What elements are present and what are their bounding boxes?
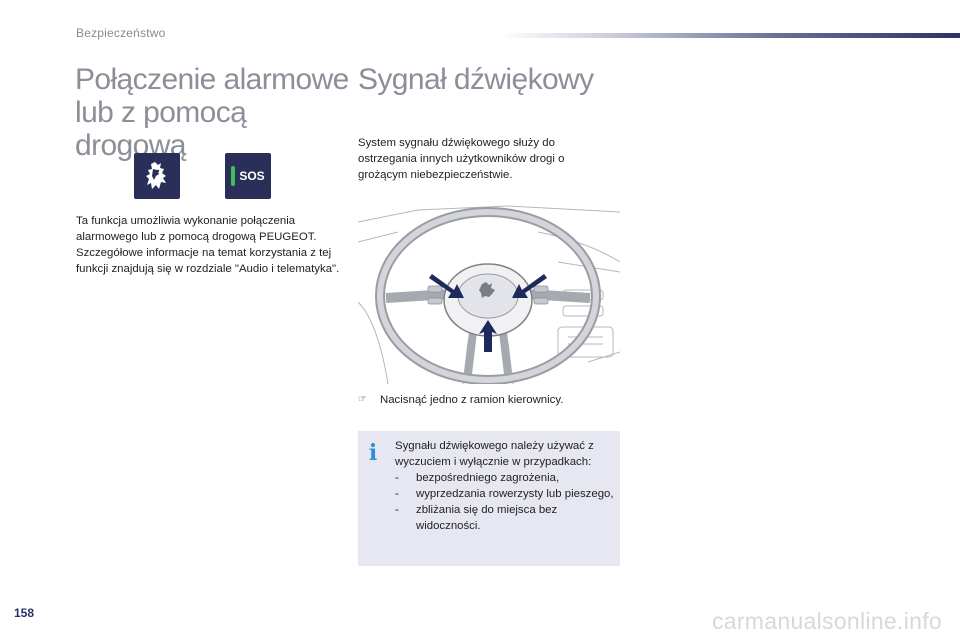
instruction-step-text: Nacisnąć jedno z ramion kierownicy. xyxy=(380,394,564,406)
instruction-step: ☞ Nacisnąć jedno z ramion kierownicy. xyxy=(358,394,563,406)
horn-paragraph: System sygnału dźwiękowego służy do ostr… xyxy=(358,137,565,181)
list-item: - wyprzedzania rowerzysty lub pieszego, xyxy=(395,486,617,502)
sos-label: SOS xyxy=(239,169,265,183)
peugeot-lion-icon xyxy=(134,153,180,199)
pointing-hand-bullet-icon: ☞ xyxy=(358,394,367,405)
header-gradient-bar xyxy=(500,33,960,38)
list-item-text: zbliżania się do miejsca bez widoczności… xyxy=(416,504,558,532)
list-dash: - xyxy=(395,472,399,484)
info-list: - bezpośredniego zagrożenia, - wyprzedza… xyxy=(395,470,617,534)
page-number: 158 xyxy=(14,606,35,620)
info-box: i Sygnału dźwiękowego należy używać z wy… xyxy=(358,431,620,566)
emergency-call-paragraph: Ta funkcja umożliwia wykonanie połączeni… xyxy=(76,215,340,275)
sos-green-indicator xyxy=(231,166,236,186)
list-item-text: wyprzedzania rowerzysty lub pieszego, xyxy=(416,488,614,500)
list-item: - zbliżania się do miejsca bez widocznoś… xyxy=(395,502,617,534)
section-label: Bezpieczeństwo xyxy=(76,26,166,40)
watermark: carmanualsonline.info xyxy=(711,608,942,634)
steering-wheel-illustration xyxy=(358,202,620,384)
title-line-1: Połączenie alarmowe xyxy=(75,63,349,96)
info-intro: Sygnału dźwiękowego należy używać z wycz… xyxy=(395,440,594,468)
info-text: Sygnału dźwiękowego należy używać z wycz… xyxy=(395,438,617,534)
title-horn: Sygnał dźwiękowy xyxy=(358,63,594,96)
list-item: - bezpośredniego zagrożenia, xyxy=(395,470,617,486)
sos-button-icon: SOS xyxy=(225,153,271,199)
list-dash: - xyxy=(395,504,399,516)
info-icon: i xyxy=(368,440,378,466)
list-dash: - xyxy=(395,488,399,500)
list-item-text: bezpośredniego zagrożenia, xyxy=(416,472,560,484)
title-emergency-call: Połączenie alarmowe lub z pomocą drogową xyxy=(75,63,355,162)
